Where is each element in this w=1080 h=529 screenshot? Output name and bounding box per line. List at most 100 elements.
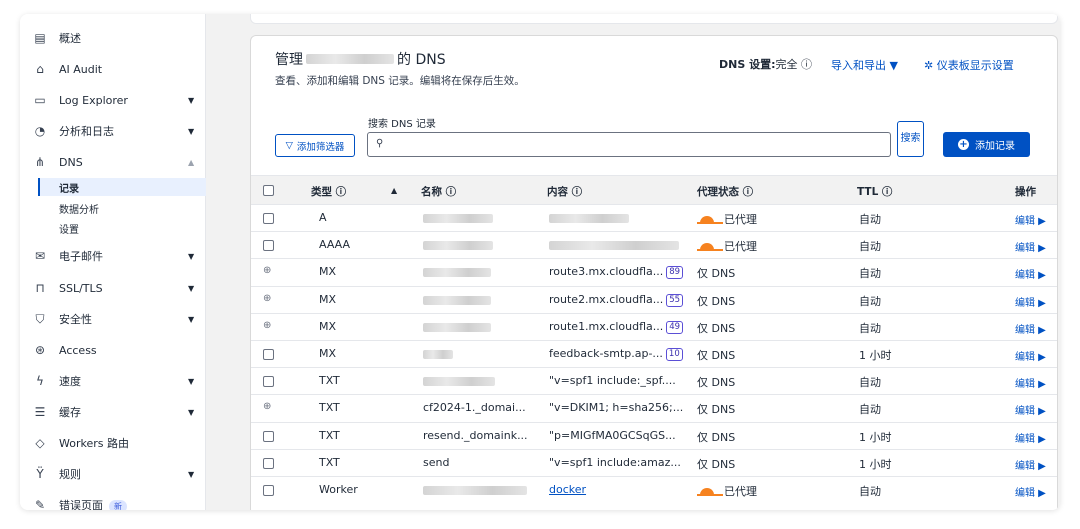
chevron-down-icon[interactable]: ▼	[188, 315, 194, 324]
sidebar-item-7[interactable]: ⊓ SSL/TLS ▼	[20, 274, 206, 302]
table-row[interactable]: TXT send "v=spf1 include:amaz... 仅 DNS 1 小时 编…	[251, 448, 1057, 476]
sidebar-item-5[interactable]: ⋔ DNS ▲	[20, 148, 206, 176]
dns-setting-value[interactable]: 完全 ⓘ	[776, 58, 813, 71]
chevron-down-icon[interactable]: ▼	[188, 408, 194, 417]
sidebar-item-8[interactable]: ⛉ 安全性 ▼	[20, 305, 206, 333]
record-content[interactable]	[549, 211, 629, 226]
content-text: route3.mx.cloudfla...	[549, 265, 664, 279]
proxy-status-label: 仅 DNS	[697, 403, 736, 417]
record-type: TXT	[319, 374, 340, 388]
edit-button[interactable]: 编辑 ▶	[1015, 430, 1046, 445]
sidebar-subitem-2[interactable]: 数据分析	[38, 199, 206, 217]
edit-button[interactable]: 编辑 ▶	[1015, 321, 1046, 336]
sidebar-item-label: 安全性	[59, 313, 92, 326]
edit-button[interactable]: 编辑 ▶	[1015, 402, 1046, 417]
sort-up-icon[interactable]: ▲	[391, 186, 397, 195]
sidebar-item-6[interactable]: ✉ 电子邮件 ▼	[20, 242, 206, 270]
record-content[interactable]: route3.mx.cloudfla... 89	[549, 265, 684, 280]
record-ttl: 自动	[859, 213, 881, 226]
dashboard-display-settings[interactable]: ✲ 仪表板显示设置	[924, 57, 1014, 73]
table-row[interactable]: TXT "v=spf1 include:_spf.... 仅 DNS 自动 编辑 ▶	[251, 367, 1057, 394]
edit-button[interactable]: 编辑 ▶	[1015, 239, 1046, 254]
proxy-status: 已代理	[697, 238, 757, 254]
row-checkbox[interactable]	[263, 485, 274, 496]
chevron-up-icon[interactable]: ▲	[188, 158, 194, 167]
edit-button[interactable]: 编辑 ▶	[1015, 266, 1046, 281]
table-row[interactable]: TXT resend._domaink... "p=MIGfMA0GCSqGS...…	[251, 421, 1057, 449]
mx-priority-badge: 55	[666, 293, 684, 307]
col-type[interactable]: 类型 ⓘ	[311, 184, 346, 199]
table-row[interactable]: A 已代理 自动 编辑 ▶	[251, 204, 1057, 231]
record-name[interactable]: cf2024-1._domai...	[423, 401, 526, 414]
content-text: "p=MIGfMA0GCSqGS...	[549, 428, 676, 442]
sidebar-item-14[interactable]: ✎ 错误页面新	[20, 491, 206, 510]
record-content[interactable]	[549, 238, 679, 253]
table-row[interactable]: ⊕ MX route1.mx.cloudfla... 49 仅 DNS 自动 编辑 ▶	[251, 312, 1057, 340]
chevron-down-icon[interactable]: ▼	[188, 96, 194, 105]
record-type: MX	[319, 319, 337, 333]
sidebar-item-11[interactable]: ☰ 缓存 ▼	[20, 398, 206, 426]
orange-cloud-icon	[697, 216, 723, 224]
record-content[interactable]: feedback-smtp.ap-... 10	[549, 347, 683, 361]
edit-button[interactable]: 编辑 ▶	[1015, 484, 1046, 499]
sidebar-item-label: 速度	[59, 375, 81, 388]
import-export-menu[interactable]: 导入和导出 ▼	[831, 57, 898, 73]
edit-button[interactable]: 编辑 ▶	[1015, 457, 1046, 472]
edit-button[interactable]: 编辑 ▶	[1015, 348, 1046, 363]
record-content[interactable]: route1.mx.cloudfla... 49	[549, 320, 684, 334]
chevron-down-icon[interactable]: ▼	[188, 377, 194, 386]
chevron-down-icon[interactable]: ▼	[188, 284, 194, 293]
col-ttl[interactable]: TTL ⓘ	[857, 184, 892, 199]
search-input[interactable]: ⚲	[367, 132, 891, 157]
table-row[interactable]: ⊕ MX route3.mx.cloudfla... 89 仅 DNS 自动 编辑 ▶	[251, 258, 1057, 285]
sidebar-item-1[interactable]: ▤ 概述	[20, 24, 206, 52]
sidebar-item-9[interactable]: ⊛ Access	[20, 336, 206, 364]
table-row[interactable]: AAAA 已代理 自动 编辑 ▶	[251, 231, 1057, 258]
table-row[interactable]: MX feedback-smtp.ap-... 10 仅 DNS 1 小时 编辑 ▶	[251, 340, 1057, 367]
col-name[interactable]: 名称 ⓘ	[421, 184, 456, 199]
row-checkbox[interactable]	[263, 457, 274, 469]
sidebar-item-label: 缓存	[59, 406, 81, 419]
col-content[interactable]: 内容 ⓘ	[547, 184, 582, 199]
edit-button[interactable]: 编辑 ▶	[1015, 212, 1046, 227]
row-checkbox[interactable]	[263, 213, 274, 224]
row-checkbox[interactable]	[263, 240, 274, 252]
proxy-status: 仅 DNS	[697, 374, 735, 390]
record-content[interactable]: "v=spf1 include:_spf....	[549, 374, 676, 387]
sidebar-subitem-3[interactable]: 设置	[38, 219, 206, 237]
add-filter-button[interactable]: ▽ 添加筛选器	[275, 134, 355, 157]
sidebar-item-2[interactable]: ⌂ AI Audit	[20, 55, 206, 83]
col-proxy-status[interactable]: 代理状态 ⓘ	[697, 184, 753, 199]
record-content[interactable]: "v=DKIM1; h=sha256;...	[549, 401, 683, 414]
redacted-name	[423, 295, 491, 305]
record-name[interactable]: resend._domaink...	[423, 429, 528, 442]
sidebar-subitem-1[interactable]: 记录	[38, 178, 206, 196]
sidebar-item-4[interactable]: ◔ 分析和日志 ▼	[20, 117, 206, 145]
select-all-checkbox[interactable]	[263, 185, 274, 196]
sidebar-item-13[interactable]: Ÿ 规则 ▼	[20, 460, 206, 488]
chevron-down-icon[interactable]: ▼	[188, 252, 194, 261]
edit-button[interactable]: 编辑 ▶	[1015, 294, 1046, 309]
record-ttl: 1 小时	[859, 457, 892, 471]
sidebar-item-12[interactable]: ◇ Workers 路由	[20, 429, 206, 457]
record-content[interactable]: docker	[549, 483, 586, 496]
table-row[interactable]: ⊕ MX route2.mx.cloudfla... 55 仅 DNS 自动 编辑 ▶	[251, 285, 1057, 313]
edit-button[interactable]: 编辑 ▶	[1015, 375, 1046, 390]
row-checkbox[interactable]	[263, 376, 274, 388]
sidebar-item-10[interactable]: ϟ 速度 ▼	[20, 367, 206, 395]
record-content[interactable]: "v=spf1 include:amaz...	[549, 456, 681, 469]
sidebar-item-label: 分析和日志	[59, 125, 114, 138]
record-name[interactable]: send	[423, 456, 449, 469]
record-content[interactable]: route2.mx.cloudfla... 55	[549, 293, 684, 307]
chevron-down-icon[interactable]: ▼	[188, 127, 194, 136]
table-row[interactable]: Worker docker 已代理 自动 编辑 ▶	[251, 476, 1057, 503]
add-record-button[interactable]: + 添加记录	[943, 132, 1030, 157]
row-checkbox[interactable]	[263, 349, 274, 360]
content-link[interactable]: docker	[549, 483, 586, 496]
search-button[interactable]: 搜索	[897, 121, 924, 157]
row-checkbox[interactable]	[263, 430, 274, 442]
sidebar-item-3[interactable]: ▭ Log Explorer ▼	[20, 86, 206, 114]
table-row[interactable]: ⊕ TXT cf2024-1._domai... "v=DKIM1; h=sha256…	[251, 394, 1057, 421]
chevron-down-icon[interactable]: ▼	[188, 470, 194, 479]
record-content[interactable]: "p=MIGfMA0GCSqGS...	[549, 429, 676, 442]
